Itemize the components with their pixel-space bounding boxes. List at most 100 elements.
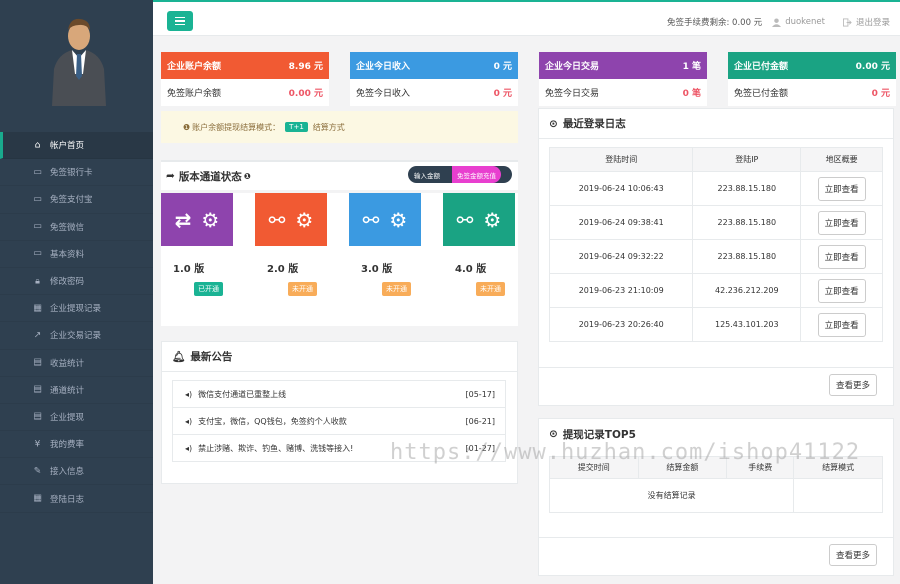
link-icon: ⇄ bbox=[174, 207, 192, 232]
view-region-button[interactable]: 立即查看 bbox=[817, 244, 866, 269]
stat-card-header: 企业今日交易 1 笔 bbox=[539, 52, 707, 79]
view-region-button[interactable]: 立即查看 bbox=[817, 278, 866, 303]
speaker-icon: ◂) bbox=[185, 444, 193, 453]
sidebar-item-5[interactable]: 🔒︎ 修改密码 bbox=[0, 268, 153, 296]
announcement-item[interactable]: ◂) 微信支付通道已重整上线 [05-17] bbox=[173, 381, 505, 408]
sidebar-item-0[interactable]: ⌂ 帐户首页 bbox=[0, 132, 153, 160]
lock-icon: 🔒︎ bbox=[35, 276, 40, 287]
sidebar-item-7[interactable]: ↗ 企业交易记录 bbox=[0, 322, 153, 350]
stat-card: 企业今日交易 1 笔免签今日交易 0 笔 bbox=[539, 52, 707, 106]
clock-icon: ⊙ bbox=[549, 428, 558, 440]
stat-title: 企业已付金额 bbox=[734, 62, 789, 72]
top-right: 免签手续费剩余: 0.00 元 duokenet 退出登录 bbox=[667, 16, 890, 28]
toggle-left-label[interactable]: 输入金额 bbox=[408, 170, 452, 180]
sidebar-item-13[interactable]: ▦ 登陆日志 bbox=[0, 485, 153, 513]
sidebar-item-8[interactable]: ▤ 收益统计 bbox=[0, 350, 153, 377]
stat-card-header: 企业今日收入 0 元 bbox=[350, 52, 518, 79]
stat-card-body: 免签今日收入 0 元 bbox=[350, 79, 518, 106]
share-icon: ➦ bbox=[166, 170, 175, 182]
yen-icon: ¥ bbox=[34, 439, 41, 450]
login-log-more-button[interactable]: 查看更多 bbox=[829, 374, 877, 396]
sidebar-item-label: 通道统计 bbox=[50, 385, 85, 396]
table-icon: ▤ bbox=[33, 357, 42, 368]
amount-toggle[interactable]: 输入金额 免签金额充值 bbox=[408, 166, 512, 183]
view-region-button[interactable]: 立即查看 bbox=[817, 312, 866, 337]
login-time: 2019-06-23 20:26:40 bbox=[548, 307, 694, 342]
sidebar-item-1[interactable]: ▭ 免签银行卡 bbox=[0, 159, 153, 187]
home-icon: ⌂ bbox=[34, 140, 41, 151]
sidebar-item-3[interactable]: ▭ 免签微信 bbox=[0, 214, 153, 241]
login-time: 2019-06-23 21:10:09 bbox=[548, 273, 694, 308]
table-icon: ▤ bbox=[33, 411, 42, 422]
sidebar-item-label: 接入信息 bbox=[50, 467, 85, 478]
stat-card-body: 免签已付金额 0 元 bbox=[728, 79, 896, 106]
gear-icon: ⚙ bbox=[389, 207, 408, 232]
sidebar-item-6[interactable]: ▦ 企业提现记录 bbox=[0, 295, 153, 323]
menu-toggle-button[interactable] bbox=[167, 11, 193, 31]
user-menu[interactable]: duokenet bbox=[772, 17, 825, 27]
view-region-button[interactable]: 立即查看 bbox=[817, 210, 866, 235]
settlement-tag: T+1 bbox=[285, 122, 308, 132]
sidebar-item-2[interactable]: ▭ 免签支付宝 bbox=[0, 186, 153, 214]
login-ip: 223.88.15.180 bbox=[692, 205, 802, 240]
stat-card: 企业今日收入 0 元免签今日收入 0 元 bbox=[350, 52, 518, 106]
stat-value: 0 元 bbox=[493, 62, 512, 72]
sidebar-item-label: 帐户首页 bbox=[50, 141, 85, 152]
info-icon: ❶ bbox=[183, 122, 191, 132]
announcement-date: [06-21] bbox=[465, 416, 496, 426]
view-region-button[interactable]: 立即查看 bbox=[817, 176, 866, 201]
logout-link[interactable]: 退出登录 bbox=[842, 16, 890, 28]
stat-sub-value: 0 笔 bbox=[682, 89, 701, 99]
bell-icon: 🔔︎ bbox=[172, 351, 186, 363]
announcement-text: 禁止涉赌、欺诈、钓鱼、赌博、洗钱等接入! bbox=[198, 444, 354, 453]
card-icon: ▭ bbox=[33, 221, 42, 232]
stat-title: 企业今日交易 bbox=[545, 62, 600, 72]
channel-name: 2.0 版 bbox=[267, 264, 299, 275]
announcement-text: 支付宝，微信，QQ钱包，免签约个人收款 bbox=[198, 416, 347, 426]
link-icon: ⚯ bbox=[362, 207, 380, 232]
stat-sub-label: 免签已付金额 bbox=[734, 89, 789, 99]
sidebar-item-10[interactable]: ▤ 企业提现 bbox=[0, 404, 153, 432]
announcement-item[interactable]: ◂) 支付宝，微信，QQ钱包，免签约个人收款 [06-21] bbox=[173, 408, 505, 435]
channel-status-title: 版本通道状态 bbox=[178, 170, 242, 183]
login-log-panel: ⊙ 最近登录日志 登陆时间 登陆IP 地区概要 2019-06-24 10:06:4… bbox=[538, 108, 894, 406]
notice-prefix: 账户余额提现结算模式： bbox=[192, 122, 281, 132]
clock-icon: ⊙ bbox=[549, 117, 558, 130]
stat-title: 企业账户余额 bbox=[167, 62, 222, 72]
stat-sub-label: 免签今日收入 bbox=[356, 89, 411, 99]
sidebar-item-label: 修改密码 bbox=[50, 277, 85, 288]
sidebar-item-label: 登陆日志 bbox=[50, 494, 85, 505]
channel-name: 4.0 版 bbox=[455, 264, 487, 275]
settlement-notice: ❶ 账户余额提现结算模式： T+1 结算方式 bbox=[161, 111, 518, 143]
column-header: 地区概要 bbox=[800, 147, 883, 172]
stat-value: 8.96 元 bbox=[288, 62, 323, 72]
link-icon: ⚯ bbox=[268, 207, 286, 232]
empty-message: 没有结算记录 bbox=[548, 478, 795, 513]
withdraw-more-button[interactable]: 查看更多 bbox=[829, 544, 877, 566]
stat-title: 企业今日收入 bbox=[356, 62, 411, 72]
sidebar-item-12[interactable]: ✎ 接入信息 bbox=[0, 458, 153, 486]
fee-balance: 免签手续费剩余: 0.00 元 bbox=[666, 18, 763, 28]
link-icon: ⚯ bbox=[456, 207, 474, 232]
wrench-icon: ✎ bbox=[33, 466, 42, 477]
sidebar-item-label: 免签微信 bbox=[50, 222, 85, 233]
table-icon: ▤ bbox=[33, 384, 42, 395]
channel-name: 3.0 版 bbox=[361, 264, 393, 275]
channel-icon-box: ⇄ ⚙ bbox=[161, 193, 233, 246]
table-row: 2019-06-24 10:06:43 223.88.15.180 立即查看 bbox=[548, 171, 883, 206]
login-ip: 42.236.212.209 bbox=[692, 273, 802, 308]
speaker-icon: ◂) bbox=[185, 416, 193, 426]
user-icon bbox=[772, 17, 782, 27]
gear-icon: ⚙ bbox=[295, 207, 314, 232]
sidebar-item-4[interactable]: ▭ 基本资料 bbox=[0, 241, 153, 268]
sidebar-item-9[interactable]: ▤ 通道统计 bbox=[0, 377, 153, 404]
table-row: 2019-06-23 21:10:09 42.236.212.209 立即查看 bbox=[548, 273, 883, 308]
toggle-right-label[interactable]: 免签金额充值 bbox=[452, 166, 501, 183]
announcement-date: [05-17] bbox=[465, 389, 496, 399]
sidebar-item-11[interactable]: ¥ 我的费率 bbox=[0, 431, 153, 459]
channel-status-badge: 未开通 bbox=[288, 282, 317, 296]
top-bar: 免签手续费剩余: 0.00 元 duokenet 退出登录 bbox=[153, 0, 900, 36]
table-row: 2019-06-24 09:38:41 223.88.15.180 立即查看 bbox=[548, 205, 883, 240]
sidebar-item-label: 免签银行卡 bbox=[50, 168, 93, 179]
channel-status-badge: 未开通 bbox=[476, 282, 505, 296]
